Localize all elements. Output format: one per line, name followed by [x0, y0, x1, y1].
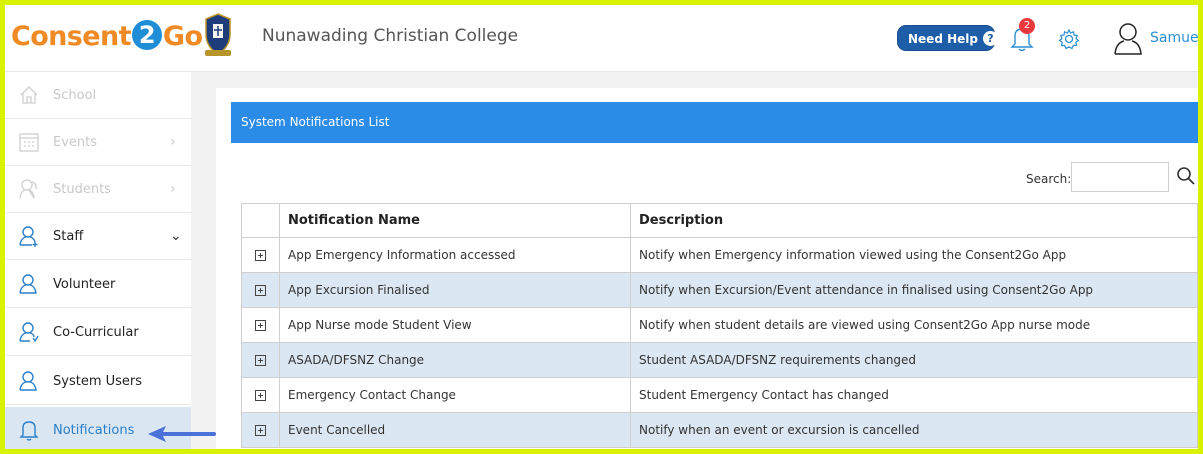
expand-plus-icon[interactable]: [255, 355, 266, 366]
sidebar-item-students[interactable]: Students ›: [0, 166, 191, 213]
co-curricular-icon: [19, 322, 39, 343]
need-help-label: Need Help: [908, 32, 978, 46]
description-cell: Notify when an event or excursion is can…: [630, 412, 1198, 448]
expand-cell[interactable]: [241, 342, 280, 378]
chevron-right-icon: ›: [170, 134, 176, 150]
notification-name-cell: ASADA/DFSNZ Change: [279, 342, 631, 378]
description-cell: Student ASADA/DFSNZ requirements changed: [630, 342, 1198, 378]
expand-plus-icon[interactable]: [255, 250, 266, 261]
consent2go-logo[interactable]: Consent 2 Go: [11, 17, 203, 57]
description-cell: Notify when Emergency information viewed…: [630, 237, 1198, 273]
chevron-right-icon: ›: [170, 181, 176, 197]
expand-cell[interactable]: [241, 237, 280, 273]
search-input[interactable]: [1071, 162, 1169, 192]
description-cell: Student Emergency Contact has changed: [630, 377, 1198, 413]
volunteer-icon: [19, 274, 37, 294]
column-header-notification-name[interactable]: Notification Name: [279, 203, 631, 238]
sidebar-item-label: Notifications: [53, 423, 135, 438]
panel-title: System Notifications List: [231, 102, 1203, 143]
sidebar-item-label: Co-Curricular: [53, 325, 139, 340]
logo-text-consent: Consent: [11, 21, 132, 52]
sidebar-item-school[interactable]: School: [0, 72, 191, 119]
expand-cell[interactable]: [241, 377, 280, 413]
sidebar-item-label: Staff: [53, 229, 84, 244]
expand-column-header: [241, 203, 280, 238]
sidebar-item-label: Volunteer: [53, 277, 116, 292]
notifications-table: Notification Name Description App Emerge…: [241, 203, 1198, 448]
expand-cell[interactable]: [241, 412, 280, 448]
sidebar-item-label: School: [53, 88, 97, 103]
bell-icon: [19, 421, 39, 441]
expand-plus-icon[interactable]: [255, 425, 266, 436]
sidebar-item-label: Students: [53, 182, 111, 197]
students-icon: [19, 179, 37, 199]
expand-plus-icon[interactable]: [255, 285, 266, 296]
table-row[interactable]: Emergency Contact Change Student Emergen…: [241, 377, 1198, 413]
notification-name-cell: App Emergency Information accessed: [279, 237, 631, 273]
sidebar-item-system-users[interactable]: System Users: [0, 358, 191, 405]
sidebar-item-volunteer[interactable]: Volunteer: [0, 261, 191, 308]
user-avatar-icon[interactable]: [1112, 22, 1144, 56]
sidebar-item-label: Events: [53, 135, 98, 150]
description-cell: Notify when Excursion/Event attendance i…: [630, 272, 1198, 308]
user-name[interactable]: Samue: [1150, 30, 1199, 46]
pointer-arrow-icon: [148, 426, 216, 442]
logo-text-go: Go: [162, 21, 203, 52]
table-row[interactable]: App Excursion Finalised Notify when Excu…: [241, 272, 1198, 308]
notification-name-cell: Event Cancelled: [279, 412, 631, 448]
table-row[interactable]: ASADA/DFSNZ Change Student ASADA/DFSNZ r…: [241, 342, 1198, 378]
description-cell: Notify when student details are viewed u…: [630, 307, 1198, 343]
search-label: Search:: [1026, 172, 1072, 186]
school-name: Nunawading Christian College: [262, 26, 519, 46]
table-row[interactable]: App Emergency Information accessed Notif…: [241, 237, 1198, 273]
table-header-row: Notification Name Description: [241, 203, 1198, 238]
expand-cell[interactable]: [241, 272, 280, 308]
system-users-icon: [19, 371, 37, 391]
table-row[interactable]: Event Cancelled Notify when an event or …: [241, 412, 1198, 448]
gear-icon[interactable]: [1058, 28, 1080, 50]
sidebar-item-co-curricular[interactable]: Co-Curricular: [0, 309, 191, 356]
search-icon[interactable]: [1176, 166, 1196, 186]
expand-plus-icon[interactable]: [255, 320, 266, 331]
staff-icon: [19, 226, 38, 247]
top-header: Consent 2 Go Nunawading Christian College …: [0, 0, 1203, 72]
column-header-description[interactable]: Description: [630, 203, 1198, 238]
table-row[interactable]: App Nurse mode Student View Notify when …: [241, 307, 1198, 343]
calendar-icon: [19, 133, 39, 152]
sidebar-item-events[interactable]: Events ›: [0, 119, 191, 166]
expand-cell[interactable]: [241, 307, 280, 343]
sidebar-item-label: System Users: [53, 374, 143, 389]
school-crest-icon: [205, 13, 231, 56]
notification-name-cell: App Nurse mode Student View: [279, 307, 631, 343]
notification-name-cell: App Excursion Finalised: [279, 272, 631, 308]
notification-count-badge: 2: [1019, 18, 1035, 34]
sidebar-divider: [191, 72, 211, 454]
home-icon: [20, 86, 38, 104]
need-help-button[interactable]: Need Help?: [897, 25, 998, 51]
notification-name-cell: Emergency Contact Change: [279, 377, 631, 413]
question-icon: ?: [982, 31, 998, 46]
logo-text-two: 2: [131, 20, 162, 50]
expand-plus-icon[interactable]: [255, 390, 266, 401]
chevron-down-icon: ⌄: [170, 228, 182, 244]
sidebar-item-staff[interactable]: Staff ⌄: [0, 213, 191, 260]
